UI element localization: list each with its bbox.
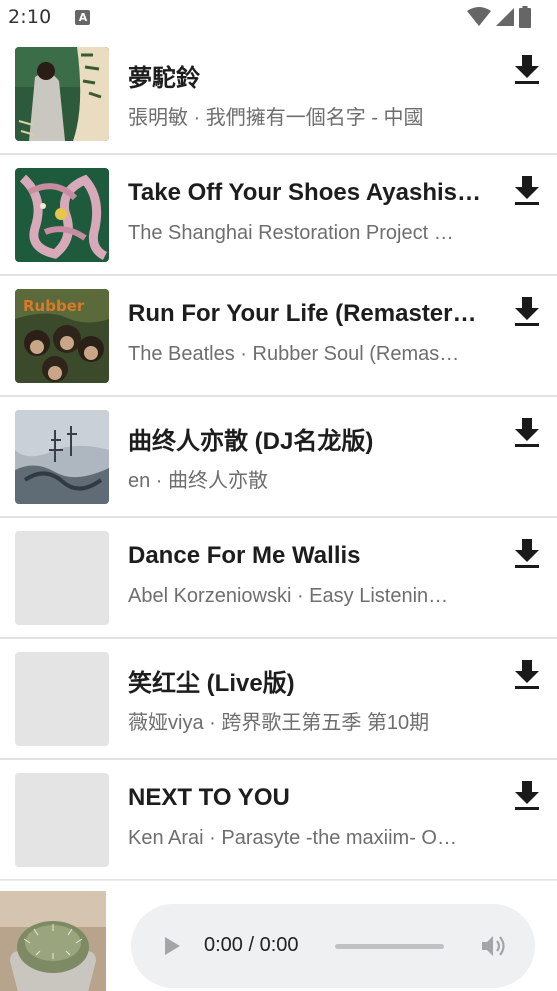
song-title: Take Off Your Shoes Ayashis… bbox=[128, 179, 481, 206]
download-icon[interactable] bbox=[511, 778, 543, 812]
svg-text:Rubber: Rubber bbox=[23, 297, 85, 315]
cactus-thumbnail[interactable] bbox=[0, 891, 106, 991]
song-row[interactable]: NEXT TO YOU Ken Arai · Parasyte -the max… bbox=[0, 760, 557, 881]
album-cover-placeholder bbox=[15, 773, 109, 867]
battery-icon bbox=[519, 6, 531, 28]
song-subtitle: 張明敏 · 我們擁有一個名字 - 中國 bbox=[128, 107, 424, 129]
status-time: 2:10 bbox=[8, 6, 52, 28]
download-icon[interactable] bbox=[511, 52, 543, 86]
volume-icon[interactable] bbox=[481, 934, 507, 958]
song-subtitle: Abel Korzeniowski · Easy Listenin… bbox=[128, 585, 449, 607]
wifi-icon bbox=[467, 7, 491, 26]
song-title: NEXT TO YOU bbox=[128, 784, 290, 811]
song-title: 夢駝鈴 bbox=[128, 65, 200, 92]
song-row[interactable]: Dance For Me Wallis Abel Korzeniowski · … bbox=[0, 518, 557, 639]
song-title: 笑红尘 (Live版) bbox=[128, 670, 295, 697]
download-icon[interactable] bbox=[511, 294, 543, 328]
song-row[interactable]: 曲终人亦散 (DJ名龙版) en · 曲终人亦散 bbox=[0, 397, 557, 518]
audio-player-bar: 0:00 / 0:00 bbox=[0, 880, 557, 991]
a-icon: A bbox=[75, 9, 91, 25]
song-subtitle: The Beatles · Rubber Soul (Remas… bbox=[128, 343, 460, 365]
song-subtitle: en · 曲终人亦散 bbox=[128, 470, 269, 492]
download-icon[interactable] bbox=[511, 173, 543, 207]
album-cover-placeholder bbox=[15, 531, 109, 625]
song-row[interactable]: 笑红尘 (Live版) 薇娅viya · 跨界歌王第五季 第10期 bbox=[0, 639, 557, 760]
download-icon[interactable] bbox=[511, 415, 543, 449]
status-icons bbox=[467, 6, 531, 28]
download-icon[interactable] bbox=[511, 657, 543, 691]
song-row[interactable]: Take Off Your Shoes Ayashis… The Shangha… bbox=[0, 155, 557, 276]
song-title: Dance For Me Wallis bbox=[128, 542, 361, 569]
audio-progress-slider[interactable] bbox=[335, 944, 444, 949]
song-subtitle: The Shanghai Restoration Project … bbox=[128, 222, 454, 244]
album-cover-art bbox=[15, 47, 109, 141]
audio-time-display: 0:00 / 0:00 bbox=[204, 934, 299, 956]
song-row[interactable]: Rubber Run For Your Life (Remastere… The… bbox=[0, 276, 557, 397]
album-cover-art: Rubber bbox=[15, 289, 109, 383]
song-subtitle: Ken Arai · Parasyte -the maxiim- O… bbox=[128, 827, 457, 849]
song-row[interactable]: 夢駝鈴 張明敏 · 我們擁有一個名字 - 中國 bbox=[0, 34, 557, 155]
play-icon[interactable] bbox=[163, 936, 181, 956]
signal-icon bbox=[496, 8, 514, 26]
audio-controls: 0:00 / 0:00 bbox=[131, 904, 535, 988]
song-title: 曲终人亦散 (DJ名龙版) bbox=[128, 428, 374, 455]
song-subtitle: 薇娅viya · 跨界歌王第五季 第10期 bbox=[128, 712, 430, 734]
status-bar: 2:10 A bbox=[0, 0, 557, 34]
download-icon[interactable] bbox=[511, 536, 543, 570]
album-cover-art bbox=[15, 168, 109, 262]
album-cover-art bbox=[15, 410, 109, 504]
song-title: Run For Your Life (Remastere… bbox=[128, 300, 484, 327]
song-list: 夢駝鈴 張明敏 · 我們擁有一個名字 - 中國 Take Off Your Sh… bbox=[0, 34, 557, 881]
album-cover-placeholder bbox=[15, 652, 109, 746]
